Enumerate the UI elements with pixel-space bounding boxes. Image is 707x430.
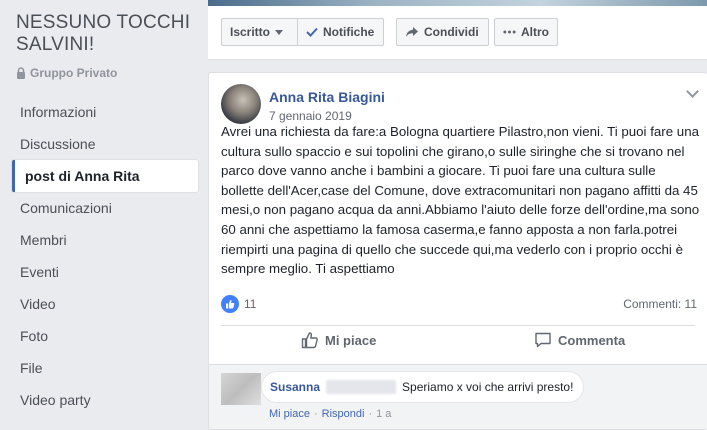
nav-item-informazioni[interactable]: Informazioni [12,96,198,128]
joined-label: Iscritto [230,25,271,39]
nav-item-comunicazioni[interactable]: Comunicazioni [12,192,198,224]
post-author[interactable]: Anna Rita Biagini [269,89,385,105]
group-sidebar: NESSUNO TOCCHI SALVINI! Gruppo Privato I… [0,0,208,430]
share-label: Condividi [424,25,479,39]
post-card: Anna Rita Biagini 7 gennaio 2019 Avrei u… [208,72,707,430]
more-dots-icon [503,30,516,34]
comments-section: Susanna Speriamo x voi che arrivi presto… [209,365,707,429]
group-nav: Informazioni Discussione post di Anna Ri… [12,96,198,416]
nav-item-discussione[interactable]: Discussione [12,128,198,160]
more-button[interactable]: Altro [494,18,558,46]
nav-item-foto[interactable]: Foto [12,320,198,352]
separator: · [368,408,373,420]
group-action-bar: Iscritto Notifiche Condividi Altro [208,6,707,60]
comment-actions: Mi piace · Rispondi · 1 a [269,408,391,420]
comment-button[interactable]: Commenta [534,331,625,349]
nav-item-video[interactable]: Video [12,288,198,320]
group-type-label: Gruppo Privato [30,66,118,80]
redacted-surname [326,380,397,394]
nav-item-file[interactable]: File [12,352,198,384]
comment-time[interactable]: 1 a [376,408,391,420]
nav-item-video-party[interactable]: Video party [12,384,198,416]
group-privacy: Gruppo Privato [16,66,117,80]
caret-down-icon [275,29,284,35]
comment-button-label: Commenta [558,332,626,348]
share-icon [406,27,418,37]
more-label: Altro [521,25,549,39]
like-reaction-icon [221,295,239,313]
divider [221,325,695,326]
lock-icon [17,67,25,79]
separator: · [313,408,318,420]
reactions-summary[interactable]: 11 [221,295,256,313]
comment-text: Speriamo x voi che arrivi presto! [402,380,574,394]
comment-icon [535,332,551,348]
nav-item-eventi[interactable]: Eventi [12,256,198,288]
group-name[interactable]: NESSUNO TOCCHI SALVINI! [16,12,201,56]
post-text: Avrei una richiesta da fare:a Bologna qu… [221,124,700,277]
nav-item-membri[interactable]: Membri [12,224,198,256]
post-date[interactable]: 7 gennaio 2019 [269,109,352,123]
comment-bubble: Susanna Speriamo x voi che arrivi presto… [261,371,585,403]
like-button-label: Mi piace [325,332,377,348]
notifications-label: Notifiche [323,25,375,39]
chevron-down-icon[interactable] [686,85,699,98]
likes-count: 11 [244,297,257,311]
commenter-avatar[interactable] [221,373,261,405]
share-button[interactable]: Condividi [396,18,489,46]
like-button[interactable]: Mi piace [301,331,376,349]
check-icon [306,27,318,37]
notifications-button[interactable]: Notifiche [297,18,384,46]
comment-reply-link[interactable]: Rispondi [322,408,365,420]
author-avatar[interactable] [221,84,261,124]
thumbs-up-icon [301,332,318,349]
commenter-name[interactable]: Susanna [270,380,320,394]
comment-like-link[interactable]: Mi piace [269,408,310,420]
nav-item-post-di-anna-rita[interactable]: post di Anna Rita [12,160,198,192]
joined-button[interactable]: Iscritto [221,18,298,46]
comments-count[interactable]: Commenti: 11 [623,297,697,311]
